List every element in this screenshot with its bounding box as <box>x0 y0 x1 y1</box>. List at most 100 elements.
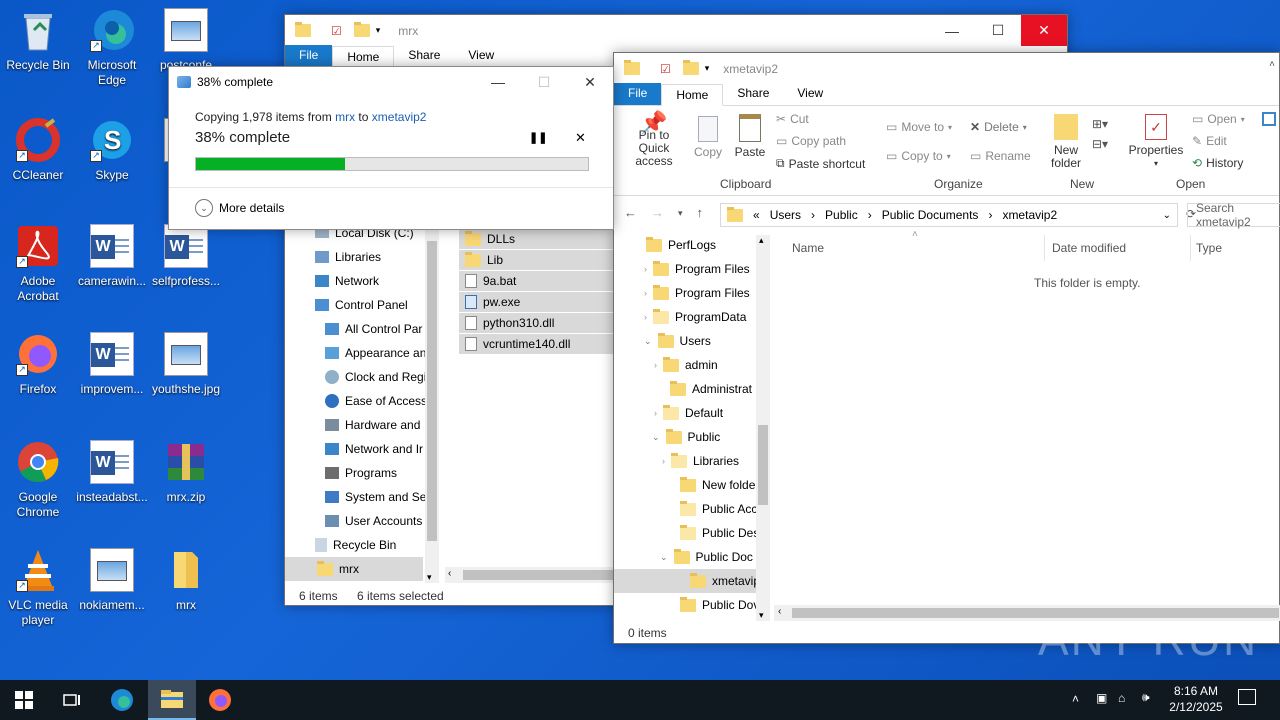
desktop-icon-selfprofess[interactable]: W selfprofess... <box>148 224 224 289</box>
desktop-icon-vlc[interactable]: ↗ VLC media player <box>0 548 76 628</box>
new-item-icon[interactable]: ⊞▾ ⊟▾ <box>1092 114 1108 154</box>
breadcrumb-public-documents[interactable]: Public Documents <box>882 208 979 222</box>
tab-view[interactable]: View <box>454 45 508 67</box>
show-hidden-icons[interactable]: ˄ <box>1072 692 1079 706</box>
desktop-icon-insteadabst[interactable]: W insteadabst... <box>74 440 150 505</box>
address-bar[interactable]: « Users › Public › Public Documents › xmeta… <box>720 203 1178 227</box>
copy-source-link[interactable]: mrx <box>335 110 355 124</box>
nav-item[interactable]: ⌄ Public <box>652 425 758 449</box>
nav-item[interactable]: ⌄ Users <box>644 329 758 353</box>
nav-item[interactable]: › admin <box>654 353 758 377</box>
scroll-left-icon[interactable]: ‹ <box>778 606 781 617</box>
scroll-down-icon[interactable]: ▾ <box>759 610 764 621</box>
desktop-icon-youthshe[interactable]: youthshe.jpg <box>148 332 224 397</box>
new-folder-icon[interactable] <box>682 60 699 75</box>
chevron-up-icon[interactable]: ˄ <box>1269 59 1275 70</box>
minimize-button[interactable]: — <box>475 67 521 97</box>
desktop-icon-firefox[interactable]: ↗ Firefox <box>0 332 76 397</box>
address-dropdown-icon[interactable]: ⌄ <box>1163 210 1171 221</box>
column-header-date[interactable]: Date modified <box>1052 241 1126 255</box>
tab-file[interactable]: File <box>285 45 333 67</box>
up-arrow-icon[interactable]: ↑ <box>697 205 704 221</box>
nav-item[interactable]: Appearance an <box>325 341 425 365</box>
taskbar-file-explorer[interactable] <box>148 680 196 720</box>
nav-item[interactable]: Administrat <box>670 377 758 401</box>
tab-view[interactable]: View <box>783 83 837 105</box>
desktop-icon-nokiamem[interactable]: nokiamem... <box>74 548 150 613</box>
desktop-icon-ccleaner[interactable]: ↗ CCleaner <box>0 118 76 183</box>
desktop-icon-mrx-folder[interactable]: mrx <box>148 548 224 613</box>
tab-share[interactable]: Share <box>394 45 454 67</box>
tab-home[interactable]: Home <box>661 84 724 106</box>
nav-item[interactable]: PerfLogs <box>646 233 758 257</box>
desktop-icon-camerawin[interactable]: W camerawin... <box>74 224 150 289</box>
customize-toolbar-icon[interactable]: ▾ <box>376 25 381 36</box>
properties-icon[interactable]: ☑ <box>331 24 342 38</box>
properties-button[interactable]: ✓ Properties ▾ <box>1128 114 1184 170</box>
pin-to-quick-access-button[interactable]: 📌 Pin to Quick access <box>622 112 686 168</box>
desktop-icon-mrx-zip[interactable]: mrx.zip <box>148 440 224 505</box>
nav-item-selected[interactable]: xmetavip <box>614 569 758 593</box>
nav-item[interactable]: Hardware and <box>325 413 425 437</box>
nav-item[interactable]: › Program Files <box>644 281 758 305</box>
network-icon[interactable]: ⌂ <box>1118 691 1125 705</box>
forward-arrow-icon[interactable]: → <box>651 205 664 221</box>
chevron-right-icon[interactable]: › <box>654 360 657 370</box>
horizontal-scrollbar[interactable]: ‹ <box>445 567 615 583</box>
desktop-icon-improvem[interactable]: W improvem... <box>74 332 150 397</box>
chevron-right-icon[interactable]: › <box>644 288 647 298</box>
delete-button[interactable]: ✕ Delete ▾ <box>970 120 1027 134</box>
scrollbar-thumb[interactable] <box>463 570 613 580</box>
chevron-right-icon[interactable]: › <box>644 264 647 274</box>
select-all-icon[interactable] <box>1262 112 1276 126</box>
cancel-icon[interactable]: ✕ <box>575 130 586 146</box>
nav-item[interactable]: › Default <box>654 401 758 425</box>
file-row[interactable]: DLLs <box>459 229 614 249</box>
open-button[interactable]: ▭ Open ▾ <box>1192 112 1245 126</box>
scrollbar-thumb[interactable] <box>427 241 437 541</box>
breadcrumb-overflow[interactable]: « <box>753 208 760 222</box>
nav-item[interactable]: › Program Files <box>644 257 758 281</box>
clock[interactable]: 8:16 AM 2/12/2025 <box>1166 684 1226 714</box>
nav-item[interactable]: › ProgramData <box>644 305 758 329</box>
tab-file[interactable]: File <box>614 83 662 105</box>
file-row[interactable]: pw.exe <box>459 292 614 312</box>
chevron-right-icon[interactable]: › <box>662 456 665 466</box>
volume-icon[interactable]: 🕪 <box>1142 690 1150 705</box>
rename-button[interactable]: ▭ Rename <box>970 149 1031 163</box>
cut-button[interactable]: ✂ Cut <box>776 112 809 126</box>
notifications-icon[interactable] <box>1238 689 1256 705</box>
copy-button[interactable]: Copy <box>692 116 724 159</box>
nav-item[interactable]: Clock and Regi <box>325 365 425 389</box>
column-header-type[interactable]: Type <box>1196 241 1222 255</box>
nav-item[interactable]: Ease of Access <box>325 389 425 413</box>
chevron-right-icon[interactable]: › <box>644 312 647 322</box>
desktop-icon-edge[interactable]: ↗ Microsoft Edge <box>74 8 150 88</box>
minimize-button[interactable]: — <box>929 15 975 46</box>
column-header-name[interactable]: Name <box>792 241 824 255</box>
column-divider[interactable] <box>1190 235 1191 261</box>
nav-item[interactable]: System and Sec <box>325 485 425 509</box>
copy-path-button[interactable]: ▭ Copy path <box>776 134 846 148</box>
chevron-right-icon[interactable]: › <box>654 408 657 418</box>
copy-dest-link[interactable]: xmetavip2 <box>372 110 427 124</box>
device-icon[interactable]: ▣ <box>1096 691 1107 705</box>
desktop-icon-recycle-bin[interactable]: Recycle Bin <box>0 8 76 73</box>
file-row[interactable]: python310.dll <box>459 313 614 333</box>
nav-item[interactable]: Public Des <box>680 521 758 545</box>
nav-item[interactable]: ⌄ Public Doc <box>660 545 758 569</box>
desktop-icon-postconfe[interactable]: postconfe <box>148 8 224 73</box>
tab-home[interactable]: Home <box>332 46 395 68</box>
taskbar-edge[interactable] <box>98 680 146 720</box>
breadcrumb-users[interactable]: Users <box>770 208 801 222</box>
edit-button[interactable]: ✎ Edit <box>1192 134 1227 148</box>
copy-to-button[interactable]: ▭ Copy to ▾ <box>886 149 951 163</box>
nav-scrollbar[interactable]: ▾ <box>425 221 439 583</box>
paste-button[interactable]: Paste <box>732 114 768 159</box>
nav-item[interactable]: Network <box>315 269 379 293</box>
scroll-down-icon[interactable]: ▾ <box>427 572 432 583</box>
maximize-button[interactable]: ☐ <box>975 15 1021 46</box>
chevron-down-icon[interactable]: ⌄ <box>652 432 660 443</box>
desktop-icon-chrome[interactable]: Google Chrome <box>0 440 76 520</box>
nav-item[interactable]: Public Acc <box>680 497 758 521</box>
